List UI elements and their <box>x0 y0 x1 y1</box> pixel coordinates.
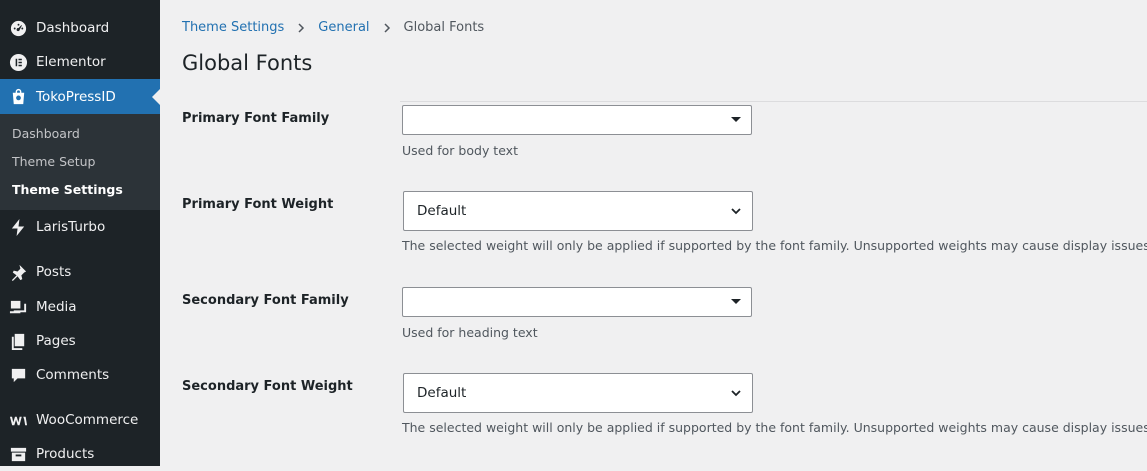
elementor-icon <box>8 52 28 72</box>
main-content: Theme Settings General Global Fonts Glob… <box>160 0 1147 466</box>
primary-font-weight-help: The selected weight will only be applied… <box>402 238 1147 253</box>
dashboard-icon <box>8 18 28 38</box>
breadcrumb-link-theme-settings[interactable]: Theme Settings <box>182 20 284 35</box>
secondary-font-weight-label: Secondary Font Weight <box>182 379 353 394</box>
chevron-down-icon <box>730 387 742 399</box>
sidebar-item-comments[interactable]: Comments <box>0 358 160 392</box>
archive-icon <box>8 444 28 464</box>
shopping-bag-icon <box>8 87 28 107</box>
sidebar-item-label: TokoPressID <box>36 88 116 105</box>
pages-icon <box>8 331 28 351</box>
secondary-font-weight-select[interactable]: Default <box>403 373 753 413</box>
primary-font-weight-value: Default <box>417 203 467 219</box>
primary-font-family-select[interactable] <box>402 105 752 135</box>
sidebar-item-posts[interactable]: Posts <box>0 255 160 289</box>
sidebar-item-label: Media <box>36 299 77 315</box>
sidebar-item-label: Comments <box>36 367 110 383</box>
sidebar-item-label: Posts <box>36 264 72 280</box>
breadcrumb: Theme Settings General Global Fonts <box>182 20 484 35</box>
secondary-font-family-help: Used for heading text <box>402 325 538 340</box>
divider <box>400 101 1147 102</box>
submenu-item-theme-setup[interactable]: Theme Setup <box>12 154 95 169</box>
sidebar-item-media[interactable]: Media <box>0 290 160 324</box>
sidebar-item-label: Products <box>36 446 95 462</box>
submenu-item-theme-settings[interactable]: Theme Settings <box>12 182 123 197</box>
sidebar-item-label: LarisTurbo <box>36 219 106 235</box>
breadcrumb-current: Global Fonts <box>403 20 485 35</box>
page-title: Global Fonts <box>182 51 313 75</box>
sidebar-item-laristurbo[interactable]: LarisTurbo <box>0 210 160 244</box>
chevron-down-icon <box>730 205 742 217</box>
sidebar-item-label: WooCommerce <box>36 412 139 428</box>
sidebar-item-elementor[interactable]: Elementor <box>0 45 160 79</box>
caret-down-icon <box>731 299 741 304</box>
sidebar-item-dashboard[interactable]: Dashboard <box>0 11 160 45</box>
secondary-font-family-select[interactable] <box>402 287 752 317</box>
chevron-right-icon <box>294 21 308 35</box>
pushpin-icon <box>8 262 28 282</box>
media-icon <box>8 297 28 317</box>
tokopressid-submenu: Dashboard Theme Setup Theme Settings <box>0 114 160 210</box>
bolt-icon <box>8 217 28 237</box>
secondary-font-family-label: Secondary Font Family <box>182 293 349 308</box>
admin-sidebar: Dashboard Elementor TokoPressID Dashboar… <box>0 0 160 466</box>
secondary-font-weight-value: Default <box>417 385 467 401</box>
sidebar-item-label: Pages <box>36 333 76 349</box>
breadcrumb-link-general[interactable]: General <box>318 20 369 35</box>
sidebar-item-label: Elementor <box>36 54 106 70</box>
primary-font-weight-select[interactable]: Default <box>403 191 753 231</box>
sidebar-item-woocommerce[interactable]: WooCommerce <box>0 403 160 437</box>
woocommerce-icon <box>8 410 28 430</box>
primary-font-family-help: Used for body text <box>402 143 518 158</box>
sidebar-item-label: Dashboard <box>36 20 110 36</box>
submenu-item-dashboard[interactable]: Dashboard <box>12 126 80 141</box>
primary-font-weight-label: Primary Font Weight <box>182 197 334 212</box>
sidebar-item-pages[interactable]: Pages <box>0 324 160 358</box>
chevron-right-icon <box>380 21 394 35</box>
caret-down-icon <box>731 117 741 122</box>
secondary-font-weight-help: The selected weight will only be applied… <box>402 420 1147 435</box>
primary-font-family-label: Primary Font Family <box>182 111 330 126</box>
comment-icon <box>8 365 28 385</box>
sidebar-item-tokopressid[interactable]: TokoPressID <box>0 79 160 114</box>
